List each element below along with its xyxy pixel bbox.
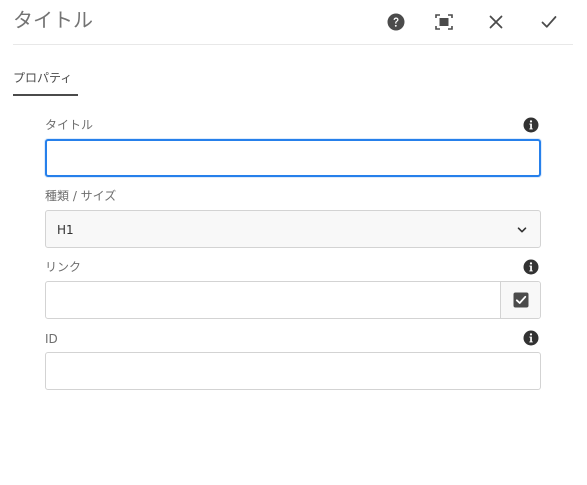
- link-picker-button[interactable]: [500, 282, 540, 318]
- info-icon[interactable]: [523, 330, 539, 346]
- title-input[interactable]: [45, 139, 541, 177]
- help-button[interactable]: [382, 8, 410, 36]
- fullscreen-button[interactable]: [430, 8, 458, 36]
- dialog-header: タイトル: [0, 0, 587, 45]
- chevron-down-icon: [517, 227, 527, 233]
- tab-selected-indicator: [13, 94, 78, 96]
- checkbox-checked-icon: [513, 292, 528, 308]
- link-input[interactable]: [46, 282, 501, 318]
- dialog-title: タイトル: [13, 8, 93, 32]
- edit-dialog: タイトル プロパティ タイトル 種類 / サイズ H1 リンク ID: [0, 0, 587, 485]
- info-icon[interactable]: [523, 117, 539, 133]
- close-icon: [489, 15, 503, 29]
- id-field-label: ID: [45, 332, 58, 346]
- link-field: [45, 281, 541, 319]
- id-input[interactable]: [45, 352, 541, 390]
- link-field-label: リンク: [45, 260, 82, 274]
- info-icon[interactable]: [523, 259, 539, 275]
- checkmark-icon: [541, 16, 557, 28]
- confirm-button[interactable]: [535, 8, 563, 36]
- help-icon: [387, 13, 405, 31]
- fullscreen-icon: [435, 14, 453, 30]
- type-size-select[interactable]: H1: [45, 210, 541, 248]
- close-button[interactable]: [482, 8, 510, 36]
- header-divider: [13, 44, 573, 45]
- title-field-label: タイトル: [45, 118, 94, 132]
- type-size-field-label: 種類 / サイズ: [45, 189, 117, 203]
- type-size-selected-value: H1: [57, 223, 74, 237]
- tab-properties[interactable]: プロパティ: [13, 69, 72, 87]
